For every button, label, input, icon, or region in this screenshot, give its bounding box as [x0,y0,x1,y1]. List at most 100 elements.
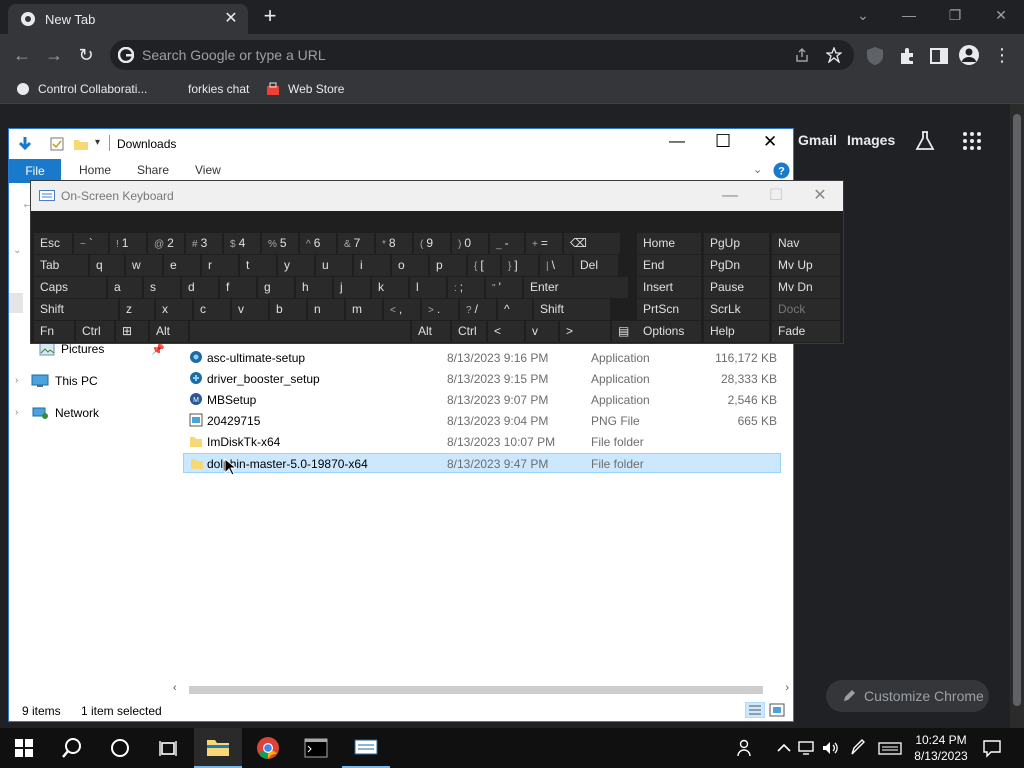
volume-icon[interactable] [820,738,840,758]
cortana-button[interactable] [96,728,144,768]
table-row[interactable]: asc-ultimate-setup 8/13/2023 9:16 PM App… [183,348,781,368]
osk-key[interactable]: ) 0 [452,233,488,254]
osk-key-insert[interactable]: Insert [637,277,701,298]
table-row[interactable]: ImDiskTk-x64 8/13/2023 10:07 PM File fol… [183,432,781,452]
osk-key[interactable]: w [126,255,162,276]
touch-keyboard-icon[interactable] [878,738,902,758]
osk-key[interactable]: ⌫ [564,233,620,254]
osk-key[interactable]: s [144,277,180,298]
scroll-right-icon[interactable]: › [785,682,789,694]
customize-chrome-button[interactable]: Customize Chrome [826,680,989,712]
details-view-icon[interactable] [745,702,765,718]
osk-maximize-icon[interactable]: ☐ [761,185,791,207]
osk-key-home[interactable]: Home [637,233,701,254]
osk-key[interactable]: >. [422,299,458,320]
profile-avatar-icon[interactable] [958,44,980,66]
table-row[interactable]: M MBSetup 8/13/2023 9:07 PM Application … [183,390,781,410]
chevron-up-icon[interactable] [774,738,794,758]
pen-icon[interactable] [848,738,868,758]
ribbon-tab-share[interactable]: Share [137,163,169,177]
osk-key-prtscn[interactable]: PrtScn [637,299,701,320]
osk-key[interactable]: _ - [490,233,524,254]
osk-minimize-icon[interactable]: — [715,185,745,207]
osk-key[interactable]: " ' [486,277,522,298]
osk-key[interactable]: c [194,299,230,320]
start-button[interactable] [0,728,48,768]
horizontal-scrollbar-thumb[interactable] [189,686,763,694]
osk-key[interactable]: $4 [224,233,260,254]
nav-item-this-pc[interactable]: This PC [31,374,98,388]
osk-key[interactable]: d [182,277,218,298]
osk-key[interactable]: Ctrl [452,321,486,342]
task-view-button[interactable] [144,728,192,768]
network-tray-icon[interactable] [796,738,816,758]
osk-key[interactable]: ⊞ [116,321,148,342]
notifications-icon[interactable] [982,738,1002,758]
osk-key[interactable]: Shift [34,299,118,320]
osk-key-help[interactable]: Help [704,321,769,342]
osk-key[interactable]: > [560,321,610,342]
taskbar-file-explorer[interactable] [194,728,242,768]
osk-key[interactable]: z [120,299,154,320]
osk-close-icon[interactable]: ✕ [805,185,835,207]
osk-key[interactable]: % 5 [262,233,298,254]
back-icon[interactable]: ← [10,43,34,67]
page-scrollbar-thumb[interactable] [1013,114,1021,706]
ribbon-expand-icon[interactable]: ⌄ [753,163,762,176]
osk-key[interactable]: Tab [34,255,88,276]
osk-key[interactable]: :; [448,277,484,298]
tab-search-icon[interactable]: ⌄ [848,4,878,26]
google-apps-icon[interactable] [962,131,982,151]
help-icon[interactable]: ? [773,162,790,179]
osk-key[interactable]: j [334,277,370,298]
search-button[interactable] [48,728,96,768]
bookmark-web-store[interactable]: Web Store [266,82,344,96]
explorer-maximize-icon[interactable]: ☐ [715,131,731,152]
osk-key[interactable]: }] [502,255,538,276]
minimize-icon[interactable]: — [894,4,924,26]
osk-key[interactable]: f [220,277,256,298]
osk-key[interactable]: Alt [412,321,450,342]
taskbar-chrome[interactable] [244,728,292,768]
this-pc-expand-icon[interactable]: › [15,375,18,386]
new-folder-icon[interactable] [73,136,89,152]
osk-key-options[interactable]: Options [637,321,701,342]
osk-key[interactable]: | \ [540,255,572,276]
ribbon-tab-home[interactable]: Home [79,163,111,177]
osk-key[interactable]: < [488,321,524,342]
restore-icon[interactable]: ❐ [940,4,970,26]
osk-key-mv-up[interactable]: Mv Up [772,255,840,276]
ublock-icon[interactable] [864,45,886,67]
osk-key[interactable]: u [316,255,352,276]
nav-item-pictures[interactable]: Pictures [39,342,104,356]
osk-key[interactable]: & 7 [338,233,374,254]
osk-key[interactable]: Del [574,255,618,276]
osk-key[interactable]: ? / [460,299,496,320]
osk-key[interactable]: h [296,277,332,298]
gmail-link[interactable]: Gmail [798,132,837,148]
osk-key[interactable]: l [410,277,446,298]
page-scrollbar[interactable] [1010,104,1024,730]
osk-key[interactable]: a [108,277,142,298]
people-icon[interactable] [736,738,756,758]
share-icon[interactable] [794,47,810,63]
osk-key[interactable]: Esc [34,233,72,254]
osk-key[interactable]: q [90,255,124,276]
osk-key[interactable]: + = [526,233,562,254]
taskbar-clock[interactable]: 10:24 PM 8/13/2023 [908,732,974,764]
osk-key[interactable]: <, [384,299,420,320]
osk-key[interactable]: o [392,255,428,276]
large-icons-view-icon[interactable] [769,703,785,717]
taskbar-terminal[interactable] [292,728,340,768]
osk-key-pause[interactable]: Pause [704,277,769,298]
explorer-close-icon[interactable]: ✕ [763,132,777,152]
chrome-menu-icon[interactable]: ⋮ [990,43,1014,67]
horizontal-scrollbar[interactable]: ‹ › [169,682,791,698]
nav-collapse-icon[interactable]: ⌄ [13,245,21,256]
table-row[interactable]: 20429715 8/13/2023 9:04 PM PNG File 665 … [183,411,781,431]
reload-icon[interactable]: ↻ [74,43,98,67]
table-row-selected[interactable]: dolphin-master-5.0-19870-x64 8/13/2023 9… [183,453,781,473]
ribbon-tab-view[interactable]: View [195,163,221,177]
close-tab-icon[interactable]: ✕ [222,10,240,28]
osk-key[interactable]: g [258,277,294,298]
